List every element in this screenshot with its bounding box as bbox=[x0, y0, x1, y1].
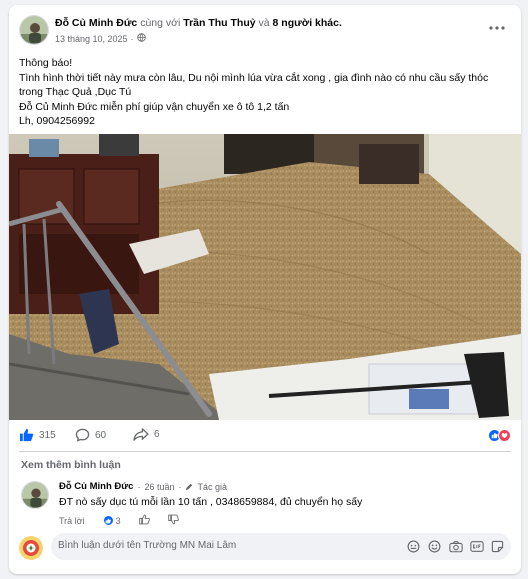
post-meta: 13 tháng 10, 2025 · bbox=[55, 33, 146, 44]
like-icon bbox=[19, 428, 34, 442]
like-count: 315 bbox=[39, 429, 56, 441]
share-stat[interactable]: 6 bbox=[133, 428, 160, 441]
comment-actions: Trả lời 3 bbox=[59, 514, 179, 527]
current-user-avatar[interactable] bbox=[19, 536, 43, 560]
avatar-sticker-icon[interactable] bbox=[406, 539, 421, 554]
more-icon bbox=[489, 26, 505, 30]
comment-dislike-button[interactable] bbox=[167, 514, 179, 527]
comment-stat[interactable]: 60 bbox=[75, 428, 106, 442]
meta-separator: · bbox=[130, 33, 134, 44]
like-reaction-icon bbox=[102, 515, 114, 526]
comment-like-count: 3 bbox=[115, 515, 121, 526]
author-badge: Tác giả bbox=[197, 481, 227, 492]
globe-icon bbox=[136, 33, 146, 44]
reply-button[interactable]: Trả lời bbox=[59, 516, 85, 526]
meta-separator: · bbox=[178, 481, 182, 492]
commenter-avatar[interactable] bbox=[21, 481, 49, 509]
camera-icon[interactable] bbox=[448, 539, 463, 554]
comment-meta: Đỗ Củ Minh Đức · 26 tuần · Tác giả bbox=[59, 481, 511, 492]
meta-separator: · bbox=[137, 481, 141, 492]
comment-reactions[interactable]: 3 bbox=[102, 515, 121, 526]
comment-icon bbox=[75, 428, 90, 442]
post-card: Đỗ Củ Minh Đức cùng với Trần Thu Thuỷ và… bbox=[9, 5, 521, 574]
comment-composer[interactable]: Bình luận dưới tên Trường MN Mai Lâm bbox=[51, 533, 511, 560]
post-line-4: Lh, 0904256992 bbox=[19, 115, 95, 127]
like-stat[interactable]: 315 bbox=[19, 428, 56, 442]
with-text: cùng với bbox=[140, 17, 181, 29]
thumb-up-icon bbox=[138, 514, 150, 525]
comment: Đỗ Củ Minh Đức · 26 tuần · Tác giả ĐT nò… bbox=[59, 481, 511, 526]
and-text: và bbox=[258, 17, 270, 29]
comment-count: 60 bbox=[95, 429, 107, 441]
author-name[interactable]: Đỗ Củ Minh Đức bbox=[55, 17, 137, 29]
divider bbox=[19, 451, 511, 452]
post-header: Đỗ Củ Minh Đức cùng với Trần Thu Thuỷ và… bbox=[19, 15, 511, 51]
reaction-summary[interactable] bbox=[488, 429, 511, 442]
comment-like-button[interactable] bbox=[138, 514, 150, 527]
post-photo[interactable] bbox=[9, 134, 521, 420]
comment-time[interactable]: 26 tuần bbox=[144, 482, 174, 492]
comment-input-placeholder[interactable]: Bình luận dưới tên Trường MN Mai Lâm bbox=[58, 540, 236, 551]
post-line-3: Đỗ Củ Minh Đức miễn phí giúp vận chuyển … bbox=[19, 100, 290, 113]
share-icon bbox=[133, 428, 149, 441]
comment-text: ĐT nò sấy dục tú mỗi lần 10 tấn , 034865… bbox=[59, 496, 363, 508]
post-date[interactable]: 13 tháng 10, 2025 bbox=[55, 34, 128, 44]
tagged-others[interactable]: 8 người khác. bbox=[273, 17, 342, 29]
share-count: 6 bbox=[154, 429, 160, 440]
post-text: Thông báo! Tình hình thời tiết này mưa c… bbox=[19, 56, 509, 129]
composer-icons bbox=[406, 539, 505, 554]
tagged-name[interactable]: Trần Thu Thuỷ bbox=[183, 17, 255, 29]
love-icon bbox=[498, 429, 511, 442]
post-line-2: Tình hình thời tiết này mưa còn lâu, Du … bbox=[19, 71, 489, 99]
post-line-1: Thông báo! bbox=[19, 57, 73, 69]
post-stats: 315 60 6 bbox=[19, 428, 511, 446]
view-more-comments[interactable]: Xem thêm bình luận bbox=[21, 459, 121, 471]
gif-icon[interactable] bbox=[469, 539, 484, 554]
emoji-icon[interactable] bbox=[427, 539, 442, 554]
author-avatar[interactable] bbox=[19, 15, 49, 45]
more-options-button[interactable] bbox=[485, 17, 509, 39]
pen-icon bbox=[186, 483, 193, 490]
thumb-down-icon bbox=[167, 514, 179, 525]
sticker-icon[interactable] bbox=[490, 539, 505, 554]
post-header-line: Đỗ Củ Minh Đức cùng với Trần Thu Thuỷ và… bbox=[55, 17, 342, 29]
comment-author[interactable]: Đỗ Củ Minh Đức bbox=[59, 481, 133, 492]
